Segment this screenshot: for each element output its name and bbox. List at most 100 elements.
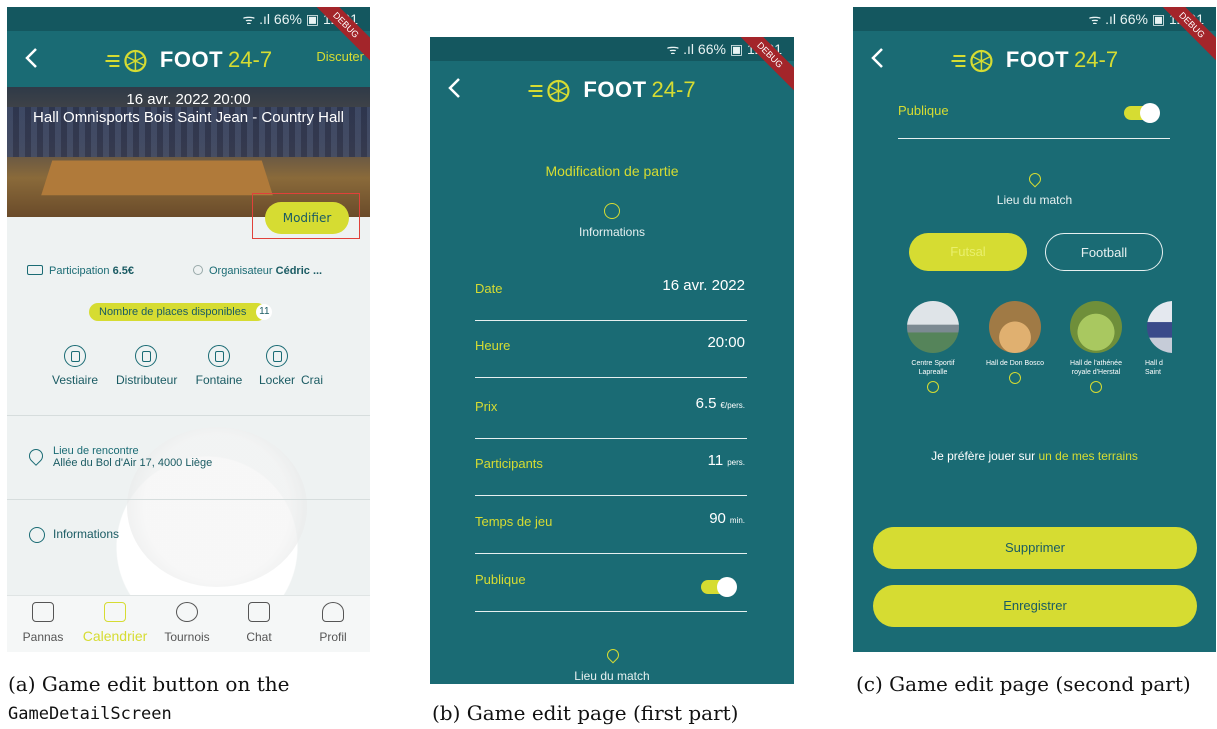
game-edit-screen-part2: ᯤ .ıl 66% ▣ 12:01 FOOT 24-7 DEBUG Publiqu… <box>853 7 1216 652</box>
game-detail-screen: ᯤ .ıl 66% ▣ 12:01 FOOT 24-7 Discuter DEBU… <box>7 7 370 652</box>
venue-name: Hall de Don Bosco <box>986 360 1044 367</box>
game-date: 16 avr. 2022 20:00 <box>126 91 251 108</box>
lieu-du-match-label: Lieu du match <box>574 669 650 683</box>
modifier-button[interactable]: Modifier <box>265 202 349 234</box>
nav-pannas[interactable]: Pannas <box>9 602 77 644</box>
discuter-link[interactable]: Discuter <box>316 49 364 64</box>
app-bar: FOOT 24-7 <box>430 61 794 117</box>
bottom-navigation: Pannas Calendrier Tournois Chat Profil <box>7 595 370 652</box>
venue-name: Hall d Saint <box>1145 360 1163 376</box>
app-bar: FOOT 24-7 Discuter <box>7 31 370 87</box>
field-value: 16 avr. 2022 <box>662 277 745 294</box>
participation-value: 6.5€ <box>112 265 135 277</box>
back-arrow-icon[interactable] <box>867 43 889 73</box>
divider <box>7 499 370 500</box>
venue-photo <box>989 301 1041 353</box>
caption-c: (c) Game edit page (second part) <box>856 672 1191 696</box>
ball-icon <box>176 602 198 622</box>
lieu-du-match-label: Lieu du match <box>996 193 1073 207</box>
court <box>41 160 273 196</box>
money-icon <box>27 265 43 275</box>
amenity-distributeur: Distributeur <box>116 345 178 387</box>
supprimer-button[interactable]: Supprimer <box>873 527 1197 569</box>
logo-number: 24-7 <box>651 77 696 102</box>
participation-label: Participation <box>49 265 110 277</box>
informations-label: Informations <box>53 527 120 541</box>
participation-row: Participation 6.5€ <box>27 265 134 277</box>
status-bar: ᯤ .ıl 66% ▣ 12:01 <box>430 37 794 61</box>
nav-label: Chat <box>246 630 272 644</box>
nav-profil[interactable]: Profil <box>299 602 367 644</box>
status-bar: ᯤ .ıl 66% ▣ 12:01 <box>7 7 370 31</box>
foot247-logo: FOOT 24-7 <box>528 75 696 105</box>
pannas-icon <box>32 602 54 622</box>
info-icon[interactable] <box>1009 372 1021 384</box>
amenity-fontaine: Fontaine <box>189 345 249 387</box>
info-icon[interactable] <box>1090 381 1102 393</box>
logo-number: 24-7 <box>1074 47 1119 72</box>
venue-card[interactable]: Hall d Saint <box>1142 301 1172 377</box>
field-value: 90 min. <box>709 510 745 527</box>
organisateur-row: Organisateur Cédric ... <box>193 265 322 277</box>
ball-logo-icon <box>528 79 570 103</box>
my-fields-link[interactable]: un de mes terrains <box>1039 449 1138 463</box>
participants-unit: pers. <box>727 458 745 467</box>
field-label: Prix <box>475 399 498 414</box>
game-edit-screen-part1: ᯤ .ıl 66% ▣ 12:01 FOOT 24-7 DEBUG Modific… <box>430 37 794 684</box>
lieu-rencontre[interactable]: Lieu de rencontre Allée du Bol d'Air 17,… <box>26 445 213 469</box>
foot247-logo: FOOT 24-7 <box>104 45 273 75</box>
back-arrow-icon[interactable] <box>21 43 43 73</box>
enregistrer-button[interactable]: Enregistrer <box>873 585 1197 627</box>
info-icon[interactable] <box>927 381 939 393</box>
app-bar: FOOT 24-7 <box>853 31 1216 87</box>
back-arrow-icon[interactable] <box>444 73 466 103</box>
amenity-label: Crai <box>300 373 323 387</box>
field-value: 6.5 €/pers. <box>696 395 745 412</box>
temps-de-jeu-field[interactable]: Temps de jeu 90 min. <box>475 506 747 554</box>
nav-tournois[interactable]: Tournois <box>153 602 221 644</box>
logo-text: FOOT <box>159 47 224 72</box>
location-pin-icon <box>1026 170 1044 188</box>
places-label: Nombre de places disponibles <box>99 306 247 318</box>
futsal-toggle[interactable]: Futsal <box>909 233 1027 271</box>
venue-card[interactable]: Centre Sportif Laprealle <box>898 301 968 393</box>
preference-label: Je préfère jouer sur <box>931 449 1036 463</box>
amenity-label: Fontaine <box>195 373 243 387</box>
logo-number: 24-7 <box>228 47 273 72</box>
venue-name: Hall de l'athénée royale d'Herstal <box>1070 360 1122 376</box>
venue-photo <box>907 301 959 353</box>
locker-icon <box>266 345 288 367</box>
amenity-label: Distributeur <box>116 373 178 387</box>
preference-text: Je préfère jouer sur un de mes terrains <box>853 449 1216 463</box>
date-field[interactable]: Date 16 avr. 2022 <box>475 273 747 321</box>
publique-toggle[interactable] <box>701 577 737 597</box>
foot247-logo: FOOT 24-7 <box>950 45 1119 75</box>
prix-unit: €/pers. <box>720 401 745 410</box>
informations-row[interactable]: Informations <box>29 527 120 543</box>
publique-toggle[interactable] <box>1124 103 1160 123</box>
venue-card[interactable]: Hall de Don Bosco <box>980 301 1050 384</box>
heure-field[interactable]: Heure 20:00 <box>475 330 747 378</box>
publique-field: Publique <box>475 564 747 612</box>
page-title: Modification de partie <box>545 163 679 179</box>
prix-value: 6.5 <box>695 395 717 412</box>
ball-logo-icon <box>950 49 993 73</box>
participants-field[interactable]: Participants 11 pers. <box>475 448 747 496</box>
venue-card[interactable]: Hall de l'athénée royale d'Herstal <box>1061 301 1131 393</box>
ball-logo-icon <box>104 49 147 73</box>
nav-chat[interactable]: Chat <box>225 602 293 644</box>
football-toggle[interactable]: Football <box>1045 233 1163 271</box>
amenity-crai: Crai <box>297 345 327 387</box>
lieu-title: Lieu de rencontre <box>53 445 139 457</box>
nav-calendrier[interactable]: Calendrier <box>81 602 149 644</box>
prix-field[interactable]: Prix 6.5 €/pers. <box>475 391 747 439</box>
info-icon <box>29 527 45 543</box>
amenity-label: Vestiaire <box>51 373 99 387</box>
nav-label: Calendrier <box>82 628 148 644</box>
lieu-address: Allée du Bol d'Air 17, 4000 Liège <box>53 457 213 469</box>
date-value: 16 avr. 2022 <box>662 277 745 294</box>
field-value: 11 pers. <box>708 452 745 469</box>
field-label: Date <box>475 281 503 296</box>
publique-field: Publique <box>898 95 1170 139</box>
status-bar: ᯤ .ıl 66% ▣ 12:01 <box>853 7 1216 31</box>
